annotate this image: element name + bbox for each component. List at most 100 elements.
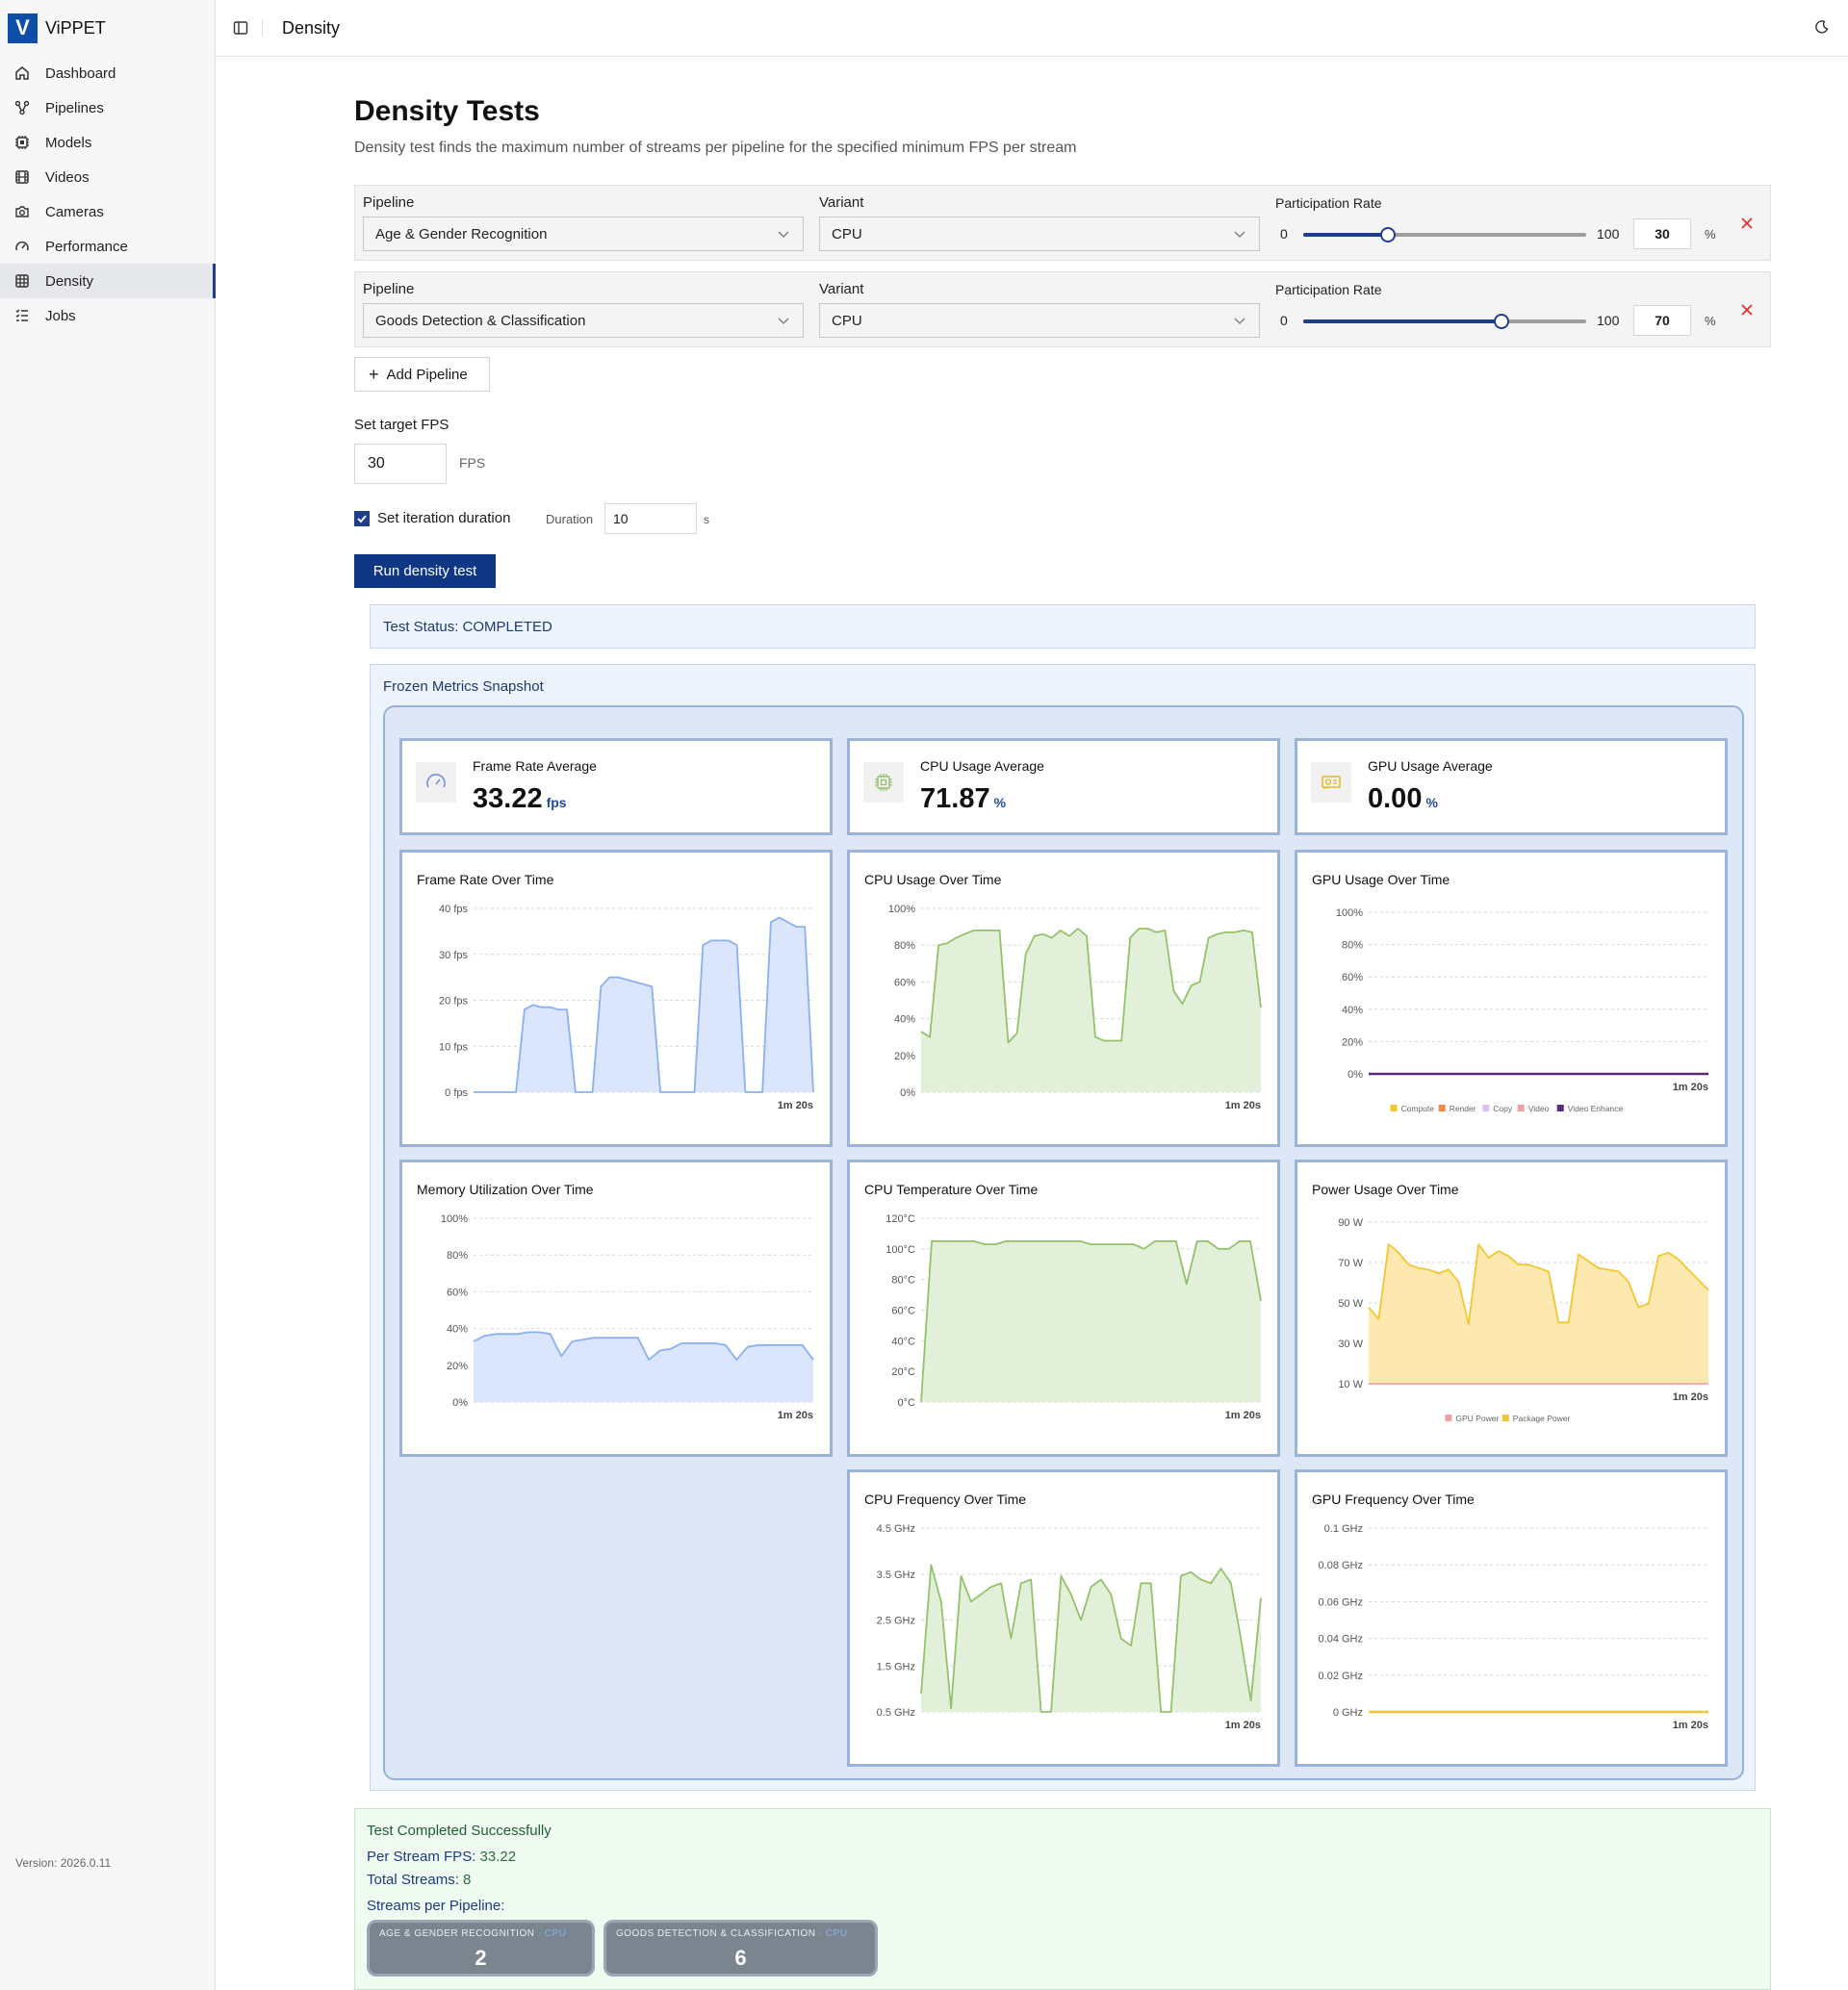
y-tick-label: 4.5 GHz (877, 1523, 915, 1535)
legend-label: Video (1528, 1104, 1550, 1113)
x-tick-label: 1m 20s (1673, 1391, 1708, 1403)
chart-card-gpu-usage: GPU Usage Over Time 0% 20% 40% 60% 80% 100% 1m… (1295, 850, 1728, 1147)
total-streams-label: Total Streams: (367, 1872, 459, 1888)
duration-input[interactable]: 10 (604, 503, 697, 534)
chart-card-power: Power Usage Over Time 10 W 30 W 50 W 70 W 90… (1295, 1160, 1728, 1457)
pipeline-select-value: Age & Gender Recognition (375, 225, 548, 242)
power-chart: 10 W 30 W 50 W 70 W 90 W 1m 20s GPU Power Packa… (1338, 1217, 1709, 1423)
sidebar-item-models[interactable]: Models (0, 125, 215, 160)
y-tick-label: 60% (447, 1287, 468, 1298)
x-tick-label: 1m 20s (1225, 1720, 1261, 1731)
pill-count: 2 (475, 1946, 487, 1970)
add-pipeline-label: Add Pipeline (386, 366, 468, 383)
slider-min-label: 0 (1280, 313, 1288, 328)
workflow-icon (13, 99, 31, 116)
pipeline-label: Pipeline (363, 281, 415, 297)
sidebar-item-label: Videos (45, 168, 90, 186)
stat-label: CPU Usage Average (920, 758, 1044, 774)
add-pipeline-button[interactable]: + Add Pipeline (354, 357, 490, 392)
top-header: Density (216, 0, 1848, 57)
y-tick-label: 40 fps (439, 904, 468, 915)
y-tick-label: 0% (1348, 1069, 1363, 1081)
duration-label: Duration (546, 512, 594, 526)
legend-swatch (1517, 1105, 1525, 1111)
legend-label: GPU Power (1455, 1414, 1499, 1423)
sidebar: V ViPPET Dashboard Pipelines Models Vide… (0, 0, 216, 1990)
gpu-usage-chart: 0% 20% 40% 60% 80% 100% 1m 20s Compute Render Cop… (1336, 907, 1708, 1113)
gauge-icon (416, 762, 456, 803)
y-tick-label: 0.02 GHz (1319, 1671, 1363, 1682)
participation-rate-input[interactable]: 70 (1633, 305, 1691, 336)
sidebar-item-density[interactable]: Density (0, 264, 216, 298)
participation-rate-slider[interactable] (1303, 227, 1586, 242)
y-tick-label: 80% (894, 940, 915, 952)
theme-toggle-moon-icon[interactable] (1814, 19, 1832, 37)
stat-card-cpu-usage: CPU Usage Average 71.87% (847, 738, 1280, 835)
y-tick-label: 20% (447, 1361, 468, 1372)
slider-thumb[interactable] (1380, 227, 1397, 242)
run-density-test-button[interactable]: Run density test (354, 554, 496, 588)
pill-pipeline: GOODS DETECTION & CLASSIFICATION · CPU (616, 1928, 848, 1939)
y-tick-label: 0.5 GHz (877, 1707, 915, 1719)
series-area (921, 1240, 1261, 1402)
chevron-down-icon (778, 231, 789, 238)
grid-icon (13, 272, 31, 290)
gpu-icon (1311, 762, 1351, 803)
y-tick-label: 1.5 GHz (877, 1661, 915, 1672)
iteration-duration-label[interactable]: Set iteration duration (377, 510, 510, 526)
remove-pipeline-close-icon[interactable] (1740, 217, 1754, 230)
pipeline-select[interactable]: Age & Gender Recognition (363, 217, 804, 251)
sidebar-item-dashboard[interactable]: Dashboard (0, 56, 215, 90)
y-tick-label: 100% (1336, 907, 1363, 919)
percent-unit: % (1705, 314, 1716, 328)
pipeline-row: Pipeline Age & Gender Recognition Varian… (354, 185, 1771, 261)
legend-swatch (1556, 1105, 1564, 1111)
chevron-down-icon (778, 318, 789, 324)
y-tick-label: 20 fps (439, 996, 468, 1008)
remove-pipeline-close-icon[interactable] (1740, 303, 1754, 317)
legend-label: Copy (1493, 1104, 1513, 1113)
total-streams: Total Streams: 8 (367, 1872, 471, 1888)
sidebar-item-cameras[interactable]: Cameras (0, 194, 215, 229)
sidebar-item-videos[interactable]: Videos (0, 160, 215, 194)
y-tick-label: 0% (452, 1397, 468, 1409)
app-name: ViPPET (45, 17, 106, 38)
pipeline-select[interactable]: Goods Detection & Classification (363, 303, 804, 338)
series-area (474, 1332, 813, 1402)
iteration-duration-checkbox[interactable] (354, 511, 370, 526)
y-tick-label: 60°C (891, 1306, 915, 1317)
legend-swatch (1390, 1105, 1398, 1111)
y-tick-label: 90 W (1338, 1217, 1363, 1229)
stat-number: 33.22 (473, 783, 543, 814)
participation-rate-input[interactable]: 30 (1633, 218, 1691, 249)
variant-select[interactable]: CPU (819, 303, 1260, 338)
duration-unit: s (704, 513, 709, 526)
result-title: Test Completed Successfully (367, 1823, 552, 1839)
y-tick-label: 80% (1342, 940, 1363, 952)
slider-thumb[interactable] (1493, 314, 1509, 329)
legend-swatch (1482, 1105, 1490, 1111)
y-tick-label: 0% (900, 1087, 915, 1099)
participation-rate-slider[interactable] (1303, 314, 1586, 329)
pill-variant: CPU (825, 1928, 848, 1939)
header-title: Density (282, 17, 341, 38)
sidebar-toggle-icon[interactable] (232, 19, 249, 37)
variant-select[interactable]: CPU (819, 217, 1260, 251)
brand[interactable]: V ViPPET (0, 0, 215, 56)
total-streams-value: 8 (463, 1872, 472, 1888)
page-title: Density Tests (354, 95, 540, 127)
pill-count: 6 (734, 1946, 747, 1970)
page-description: Density test finds the maximum number of… (354, 140, 1077, 156)
participation-rate-label: Participation Rate (1275, 195, 1382, 211)
sidebar-item-jobs[interactable]: Jobs (0, 298, 215, 333)
y-tick-label: 80°C (891, 1275, 915, 1287)
target-fps-input[interactable]: 30 (354, 444, 447, 484)
sidebar-item-performance[interactable]: Performance (0, 229, 215, 264)
stat-value: 71.87% (920, 783, 1006, 815)
y-tick-label: 0.04 GHz (1319, 1634, 1363, 1646)
chart-card-cpu-usage: CPU Usage Over Time 0% 20% 40% 60% 80% 100% 1m… (847, 850, 1280, 1147)
y-tick-label: 10 fps (439, 1041, 468, 1053)
sidebar-item-pipelines[interactable]: Pipelines (0, 90, 215, 125)
frame-rate-chart: 0 fps 10 fps 20 fps 30 fps 40 fps 1m 20s (439, 904, 814, 1111)
cpu-temperature-chart: 0°C 20°C 40°C 60°C 80°C 100°C 120°C 1m 20s (886, 1213, 1262, 1421)
